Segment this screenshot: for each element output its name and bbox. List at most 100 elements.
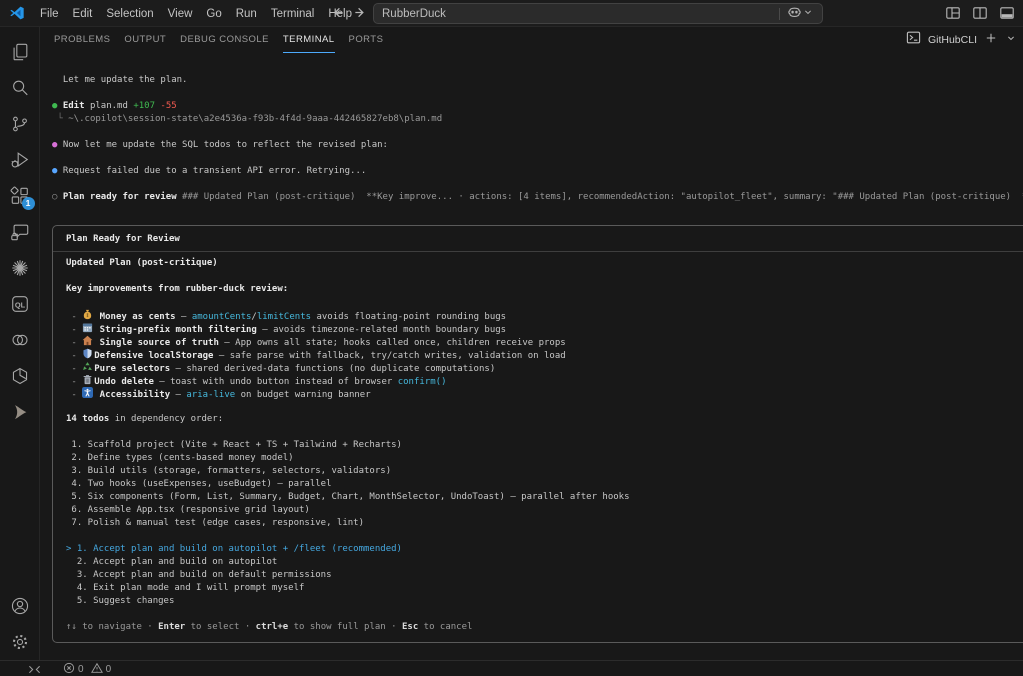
active-shell-label[interactable]: GitHubCLI xyxy=(928,34,977,46)
terminal-line: ↑↓ to navigate · Enter to select · ctrl+… xyxy=(66,621,1023,634)
split-editor-icon[interactable] xyxy=(972,5,988,26)
terminal-panel: PROBLEMS OUTPUT DEBUG CONSOLE TERMINAL PORTS… xyxy=(40,27,1023,660)
terminal-line xyxy=(52,152,1023,165)
terminal-line: ● Now let me update the SQL todos to ref… xyxy=(52,139,1023,152)
terminal-line: > 1. Accept plan and build on autopilot … xyxy=(66,543,1023,556)
terminal-line: - Undo delete — toast with undo button i… xyxy=(66,374,1023,387)
menu-run[interactable]: Run xyxy=(229,5,264,23)
warning-count: 0 xyxy=(106,664,112,675)
command-center-search[interactable]: RubberDuck xyxy=(373,3,823,24)
terminal-line: 5. Six components (Form, List, Summary, … xyxy=(66,491,1023,504)
terminal-line: 2. Define types (cents-based money model… xyxy=(66,452,1023,465)
trash-icon xyxy=(82,374,94,385)
terminal-line: ○ Plan ready for review ### Updated Plan… xyxy=(52,191,1023,204)
plan-box-title: Plan Ready for Review xyxy=(53,226,1023,252)
terminal-line: 5. Suggest changes xyxy=(66,595,1023,608)
sparkle-icon[interactable] xyxy=(0,250,40,286)
terminal-line xyxy=(66,608,1023,621)
terminal-line: - Accessibility — aria-live on budget wa… xyxy=(66,387,1023,400)
terminal-line: Updated Plan (post-critique) xyxy=(66,257,1023,270)
settings-gear-icon[interactable] xyxy=(0,624,40,660)
menu-edit[interactable]: Edit xyxy=(66,5,100,23)
terminal-line: 4. Two hooks (useExpenses, useBudget) — … xyxy=(66,478,1023,491)
terminal-line: - String-prefix month filtering — avoids… xyxy=(66,322,1023,335)
calendar-icon xyxy=(82,322,94,333)
terminal-line: Key improvements from rubber-duck review… xyxy=(66,283,1023,296)
extensions-icon[interactable]: 1 xyxy=(0,178,40,214)
panel-actions: GitHubCLI xyxy=(906,27,1017,53)
menu-selection[interactable]: Selection xyxy=(99,5,160,23)
menu-go[interactable]: Go xyxy=(199,5,228,23)
menu-file[interactable]: File xyxy=(33,5,66,23)
terminal-line xyxy=(66,400,1023,413)
panel-tab-debug-console[interactable]: DEBUG CONSOLE xyxy=(180,27,269,53)
pointer-arrow-icon[interactable] xyxy=(0,394,40,430)
terminal-line xyxy=(52,126,1023,139)
menu-terminal[interactable]: Terminal xyxy=(264,5,321,23)
back-arrow-icon[interactable] xyxy=(330,5,345,25)
terminal-line xyxy=(52,178,1023,191)
svg-text:QL: QL xyxy=(14,300,25,309)
terminal-line: 3. Accept plan and build on default perm… xyxy=(66,569,1023,582)
terminal-line: ● Edit plan.md +107 -55 xyxy=(52,100,1023,113)
panel-tab-terminal[interactable]: TERMINAL xyxy=(283,27,335,53)
terminal-line: - Pure selectors — shared derived-data f… xyxy=(66,361,1023,374)
search-icon[interactable] xyxy=(0,70,40,106)
explorer-icon[interactable] xyxy=(0,34,40,70)
terminal-line: 14 todos in dependency order: xyxy=(66,413,1023,426)
menu-bar: FileEditSelectionViewGoRunTerminalHelp xyxy=(33,4,359,22)
terminal-line: 1. Scaffold project (Vite + React + TS +… xyxy=(66,439,1023,452)
source-control-icon[interactable] xyxy=(0,106,40,142)
panel-tab-problems[interactable]: PROBLEMS xyxy=(54,27,110,53)
vscode-window: FileEditSelectionViewGoRunTerminalHelp R… xyxy=(0,0,1023,676)
codeql-icon[interactable]: QL xyxy=(0,286,40,322)
forward-arrow-icon[interactable] xyxy=(353,5,368,25)
terminal-line xyxy=(66,530,1023,543)
terminal-line: └ ~\.copilot\session-state\a2e4536a-f93b… xyxy=(52,113,1023,126)
copilot-icon[interactable] xyxy=(787,5,802,23)
panel-tab-ports[interactable]: PORTS xyxy=(349,27,384,53)
account-icon[interactable] xyxy=(0,588,40,624)
terminal-output[interactable]: Let me update the plan.● Edit plan.md +1… xyxy=(40,53,1023,660)
title-bar: FileEditSelectionViewGoRunTerminalHelp R… xyxy=(0,0,1023,27)
recycle-icon xyxy=(82,361,94,372)
error-icon xyxy=(63,662,75,676)
problems-status[interactable]: 0 0 xyxy=(63,662,115,676)
terminal-scrollback: Let me update the plan.● Edit plan.md +1… xyxy=(52,74,1023,204)
run-debug-icon[interactable] xyxy=(0,142,40,178)
package-icon[interactable] xyxy=(0,358,40,394)
rings-icon[interactable] xyxy=(0,322,40,358)
plan-box-body: Updated Plan (post-critique) Key improvem… xyxy=(53,252,1023,642)
menu-view[interactable]: View xyxy=(161,5,200,23)
remote-indicator-icon[interactable] xyxy=(28,663,41,676)
terminal-profile-chevron-icon[interactable] xyxy=(1005,31,1017,49)
warning-icon xyxy=(91,662,103,676)
error-count: 0 xyxy=(78,664,84,675)
terminal-line: 2. Accept plan and build on autopilot xyxy=(66,556,1023,569)
toggle-panel-icon[interactable] xyxy=(999,5,1015,26)
plan-review-box: Plan Ready for Review Updated Plan (post… xyxy=(52,225,1023,643)
chevron-down-icon[interactable] xyxy=(802,6,814,21)
terminal-line xyxy=(66,270,1023,283)
terminal-line xyxy=(52,87,1023,100)
terminal-line: - Single source of truth — App owns all … xyxy=(66,335,1023,348)
terminal-line: 3. Build utils (storage, formatters, sel… xyxy=(66,465,1023,478)
terminal-line xyxy=(66,426,1023,439)
status-bar: 0 0 xyxy=(0,660,1023,676)
terminal-line xyxy=(66,296,1023,309)
accessibility-icon xyxy=(82,387,94,398)
layout-controls xyxy=(945,5,1015,26)
terminal-line: 6. Assemble App.tsx (responsive grid lay… xyxy=(66,504,1023,517)
terminal-line: - Money as cents — amountCents/limitCent… xyxy=(66,309,1023,322)
shield-icon xyxy=(82,348,94,359)
new-terminal-plus-icon[interactable] xyxy=(984,31,998,50)
divider xyxy=(779,8,780,20)
money-bag-icon xyxy=(82,309,94,320)
panel-tab-output[interactable]: OUTPUT xyxy=(124,27,166,53)
extensions-badge: 1 xyxy=(22,197,35,210)
customize-layout-icon[interactable] xyxy=(945,5,961,26)
terminal-line: ● Request failed due to a transient API … xyxy=(52,165,1023,178)
vscode-logo-icon[interactable] xyxy=(9,5,25,21)
panel-header: PROBLEMS OUTPUT DEBUG CONSOLE TERMINAL PORTS… xyxy=(40,27,1023,53)
copilot-chat-icon[interactable] xyxy=(0,214,40,250)
